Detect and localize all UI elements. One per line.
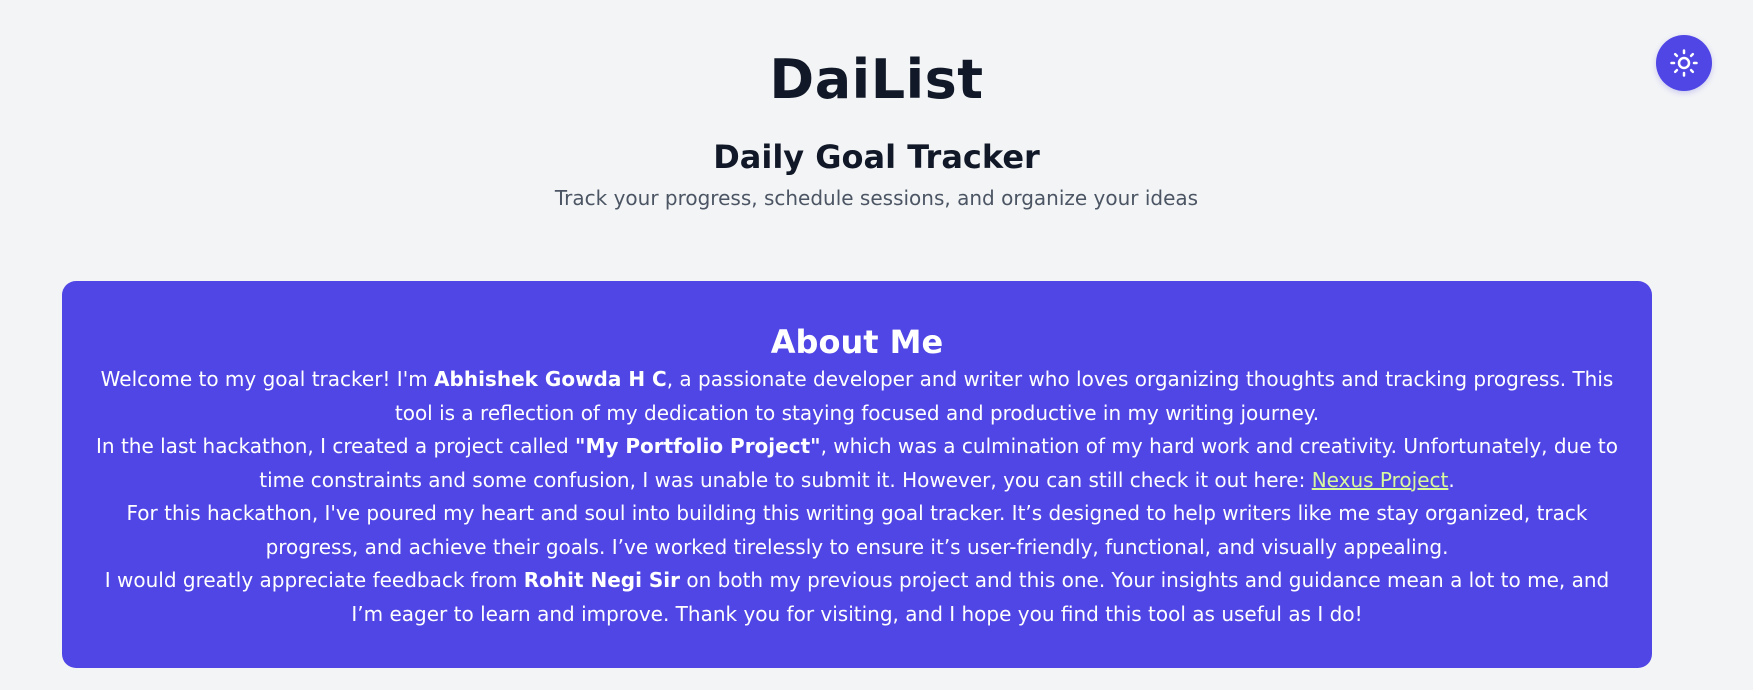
mentor-name: Rohit Negi Sir [523, 568, 681, 592]
about-p2-text: In the last hackathon, I created a proje… [96, 434, 576, 458]
about-p4-text: I would greatly appreciate feedback from [104, 568, 524, 592]
about-card: About Me Welcome to my goal tracker! I'm… [62, 281, 1652, 668]
about-paragraph-1: Welcome to my goal tracker! I'm Abhishek… [90, 363, 1624, 430]
about-paragraph-4: I would greatly appreciate feedback from… [90, 564, 1624, 631]
project-name: "My Portfolio Project" [575, 434, 821, 458]
about-p1-text: Welcome to my goal tracker! I'm [100, 367, 435, 391]
nexus-project-link[interactable]: Nexus Project [1312, 468, 1449, 492]
about-p2-text-3: . [1448, 467, 1455, 492]
page-subtitle: Daily Goal Tracker [713, 138, 1040, 176]
theme-toggle-button[interactable] [1656, 35, 1712, 91]
tagline: Track your progress, schedule sessions, … [554, 186, 1199, 210]
about-body: Welcome to my goal tracker! I'm Abhishek… [90, 363, 1624, 631]
author-name: Abhishek Gowda H C [434, 367, 667, 391]
sun-icon [1670, 49, 1698, 77]
about-paragraph-3: For this hackathon, I've poured my heart… [126, 501, 1588, 559]
about-paragraph-2: In the last hackathon, I created a proje… [90, 430, 1624, 497]
app-title: DaiList [769, 48, 984, 111]
about-title: About Me [770, 323, 944, 361]
